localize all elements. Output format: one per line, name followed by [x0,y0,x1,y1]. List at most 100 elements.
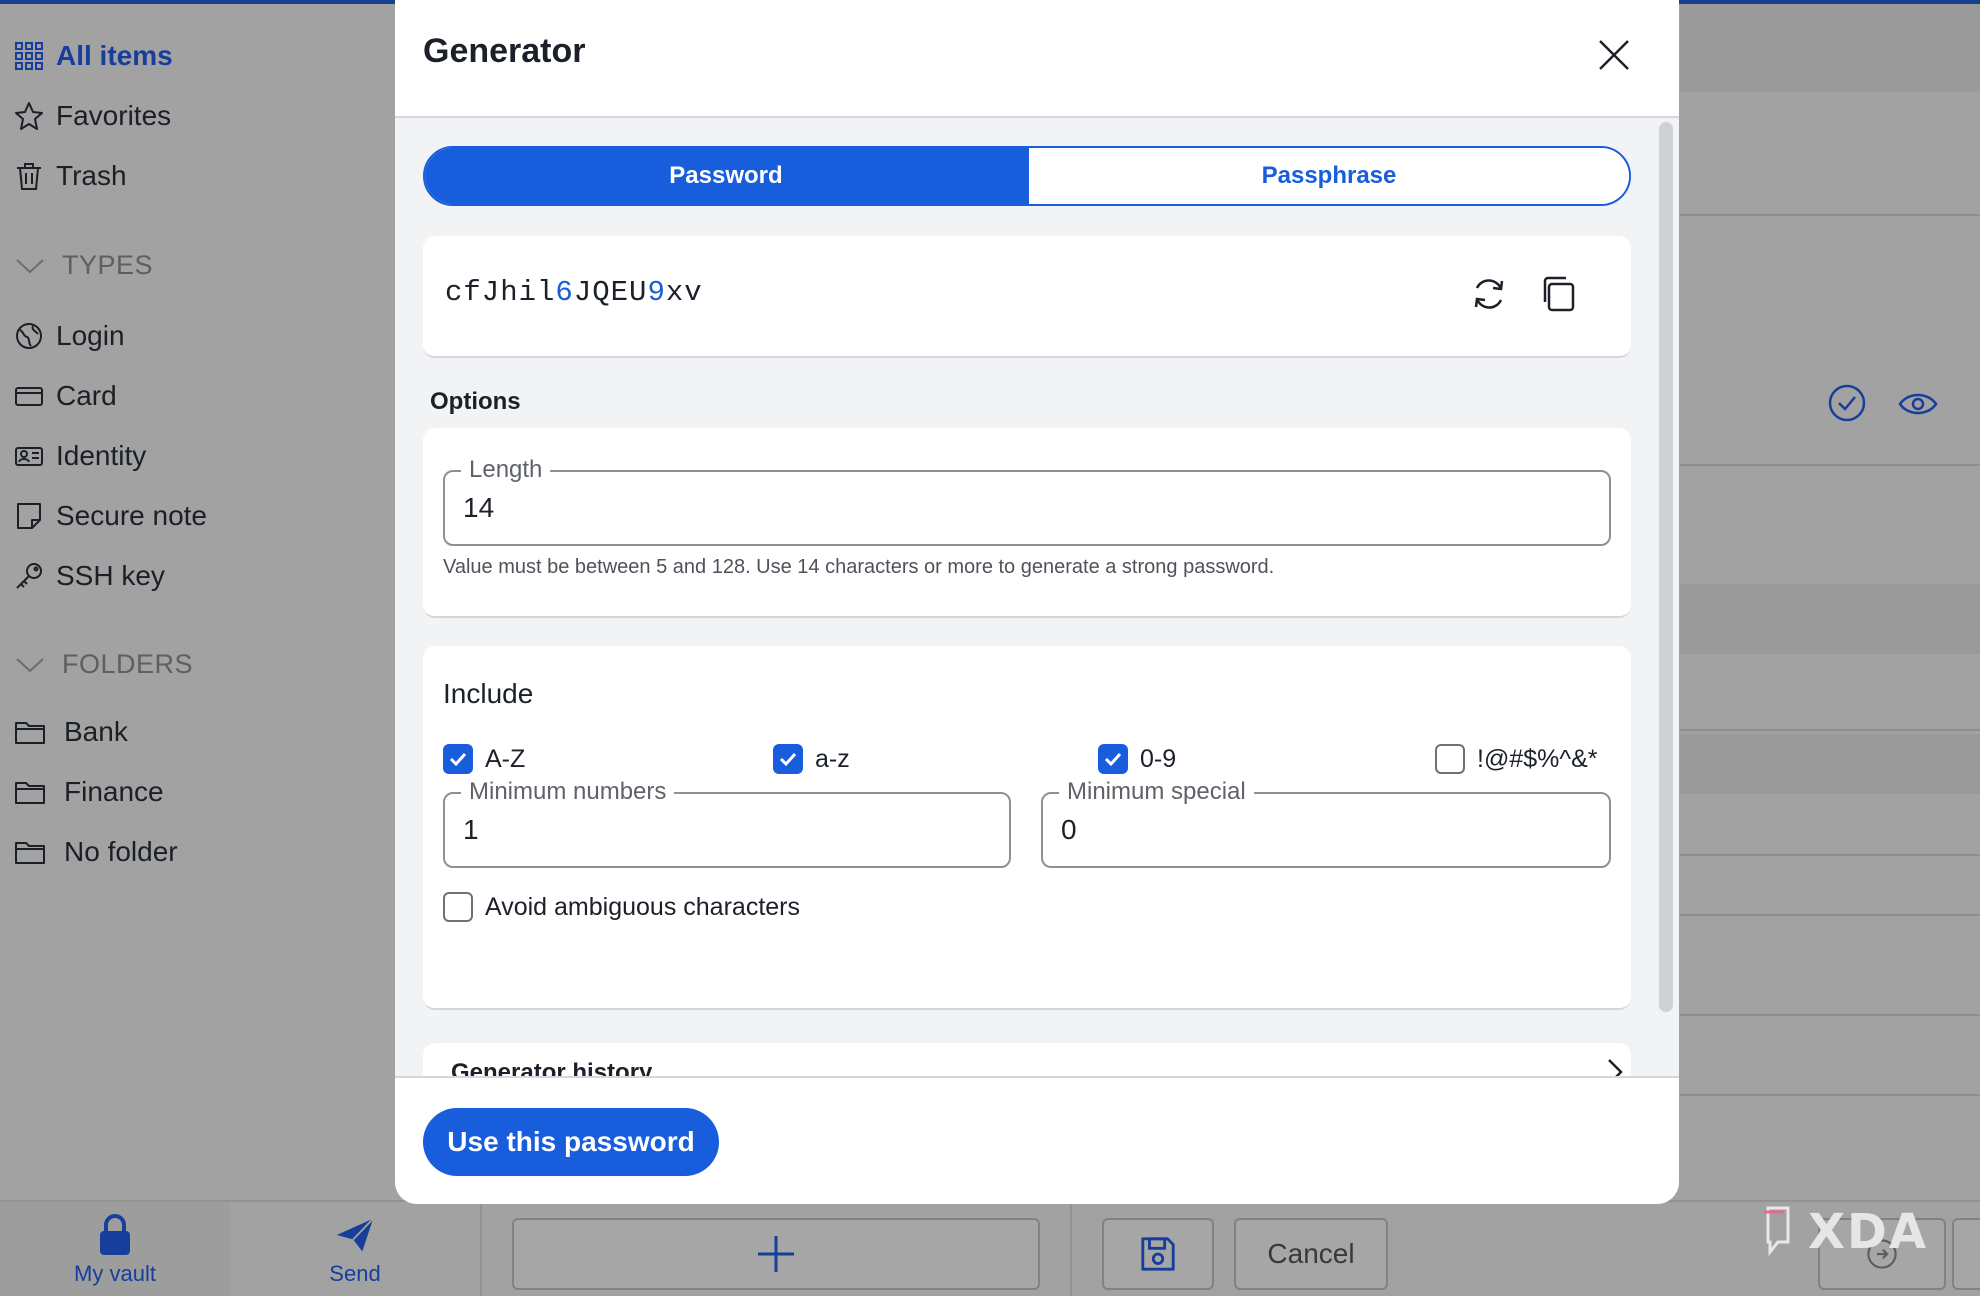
tab-send[interactable]: Send [250,1202,460,1296]
check-circle-icon[interactable] [1828,384,1866,422]
vault-item-panel [1650,4,1980,1200]
checkbox-unchecked [443,892,473,922]
sidebar-item-label: Finance [64,776,164,807]
password-segment: xv [665,276,703,309]
sidebar-folder-bank[interactable]: Bank [14,716,128,748]
close-icon [1599,40,1629,70]
copy-icon [1543,276,1575,312]
tab-password[interactable]: Password [425,148,1027,204]
use-this-password-button[interactable]: Use this password [423,1108,719,1176]
checkbox-label: 0-9 [1140,744,1177,773]
sidebar-item-label: Login [56,320,125,351]
divider [1680,1094,1980,1096]
avoid-ambiguous-checkbox[interactable]: Avoid ambiguous characters [443,892,800,922]
regenerate-button[interactable] [1469,274,1509,314]
generator-dialog: Generator Password Passphrase cfJhil6JQE… [395,0,1679,1204]
chevron-down-icon [16,657,44,672]
sidebar-item-label: Favorites [56,100,172,131]
id-card-icon [15,447,43,466]
refresh-icon [1474,279,1504,309]
divider [1680,1014,1980,1016]
minimum-numbers-label: Minimum numbers [461,778,675,806]
checkbox-checked [1098,744,1128,774]
checkbox-checked [443,744,473,774]
length-card: Length 14 Value must be between 5 and 12… [423,428,1631,618]
checkbox-unchecked [1435,744,1465,774]
generated-password: cfJhil6JQEU9xv [445,276,703,309]
sidebar: All items Favorites Trash TYPES Login Ca… [0,4,396,1200]
cancel-label: Cancel [1267,1238,1355,1269]
divider [1680,214,1980,216]
folders-section-toggle[interactable]: FOLDERS [14,649,193,680]
checkbox-label: A-Z [485,744,526,773]
eye-icon[interactable] [1898,388,1938,420]
save-button[interactable] [1102,1218,1214,1290]
password-segment-digit: 6 [555,276,574,309]
divider [1680,914,1980,916]
lock-icon [100,1214,130,1255]
checkmark-icon [1104,752,1122,767]
tab-label: My vault [74,1261,156,1286]
cancel-button[interactable]: Cancel [1234,1218,1388,1290]
close-button[interactable] [1595,36,1633,74]
length-label: Length [461,456,551,484]
length-helper-text: Value must be between 5 and 128. Use 14 … [443,556,1275,578]
sidebar-folder-no-folder[interactable]: No folder [14,836,178,868]
divider [1680,854,1980,856]
sidebar-item-all-items[interactable]: All items [14,34,173,78]
sidebar-item-login[interactable]: Login [14,314,125,358]
types-section-toggle[interactable]: TYPES [14,250,153,281]
tab-passphrase[interactable]: Passphrase [1027,148,1629,204]
generated-password-card: cfJhil6JQEU9xv [423,236,1631,358]
note-icon [17,503,41,529]
generator-history-row[interactable]: Generator history [423,1043,1631,1078]
sidebar-item-identity[interactable]: Identity [14,434,146,478]
uppercase-checkbox[interactable]: A-Z [443,744,525,774]
chevron-down-icon [16,258,44,273]
sidebar-item-label: Card [56,380,117,411]
divider [1070,1202,1072,1296]
checkbox-label: Avoid ambiguous characters [485,892,800,921]
credit-card-icon [15,387,43,406]
folder-icon [15,842,45,864]
lowercase-checkbox[interactable]: a-z [773,744,850,774]
sidebar-item-label: No folder [64,836,178,867]
tab-my-vault[interactable]: My vault [0,1202,230,1296]
sidebar-item-label: Trash [56,160,127,191]
minimum-numbers-value: 1 [463,814,479,845]
star-icon [15,102,43,130]
include-heading: Include [443,678,534,709]
include-card: Include A-Z a-z 0-9 !@#$%^&* Minimum num… [423,646,1631,1010]
sidebar-item-trash[interactable]: Trash [14,154,127,198]
key-icon [16,563,42,589]
save-icon [1141,1237,1175,1271]
tab-label: Send [329,1261,381,1286]
sidebar-item-secure-note[interactable]: Secure note [14,494,207,538]
add-item-button[interactable] [512,1218,1040,1290]
sidebar-item-label: Bank [64,716,128,747]
panel-header-band [1680,4,1980,92]
folder-icon [15,782,45,804]
numbers-checkbox[interactable]: 0-9 [1098,744,1176,774]
copy-button[interactable] [1539,274,1579,314]
minimum-special-input[interactable]: Minimum special 0 [1041,778,1611,868]
sidebar-item-label: Identity [56,440,147,471]
sidebar-item-ssh-key[interactable]: SSH key [14,554,165,598]
sidebar-item-card[interactable]: Card [14,374,117,418]
folder-icon [15,722,45,744]
minimum-numbers-input[interactable]: Minimum numbers 1 [443,778,1011,868]
checkbox-checked [773,744,803,774]
sidebar-item-label: Secure note [56,500,207,531]
globe-icon [16,323,42,349]
sidebar-folder-finance[interactable]: Finance [14,776,164,808]
scrollbar[interactable] [1659,122,1673,1012]
chevron-right-icon [1608,1059,1623,1078]
password-segment: JQEU [573,276,648,309]
special-characters-checkbox[interactable]: !@#$%^&* [1435,744,1598,774]
delete-button[interactable] [1952,1218,1980,1290]
grid-icon [15,42,43,70]
sidebar-item-favorites[interactable]: Favorites [14,94,171,138]
dialog-footer: Use this password [395,1076,1679,1204]
password-segment: cfJhil [445,276,556,309]
length-input[interactable]: Length 14 [443,456,1611,546]
